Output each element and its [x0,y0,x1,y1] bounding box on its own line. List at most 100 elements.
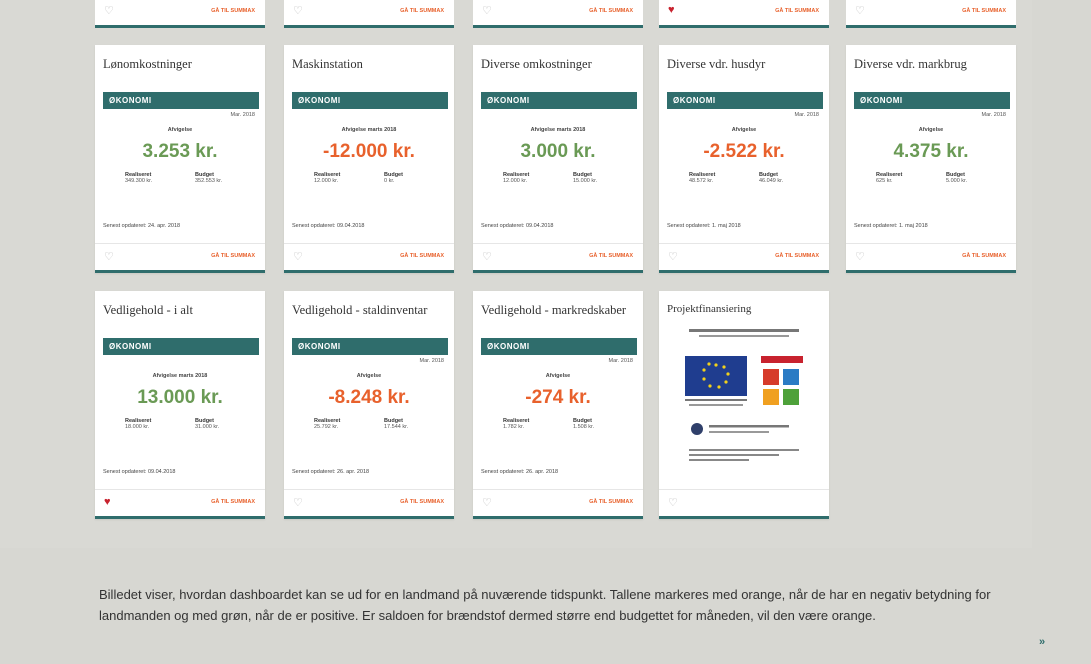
deviation-amount: -12.000 kr. [323,141,415,162]
budget-value: 5.000 kr. [946,178,968,184]
card-footer-strip: ♡ GÅ TIL SUMMAX [473,0,643,28]
card-divider [284,489,454,490]
heart-icon[interactable]: ♡ [482,4,492,17]
deviation-caption: Afvigelse [356,373,382,379]
card-footer-strip: ♥ GÅ TIL SUMMAX [659,0,829,28]
heart-icon[interactable]: ♥ [668,4,675,16]
card-divider [473,243,643,244]
dashboard-card: Maskinstation ØKONOMI Afvigelse marts 2018… [284,45,454,273]
budget-column: Budget 352.553 kr. [195,172,245,184]
last-updated: Senest opdateret: 09.04.2018 [103,469,176,475]
card-title: Vedligehold - i alt [103,303,193,317]
heart-icon[interactable]: ♡ [293,250,303,263]
project-financing-card: Projektfinansiering ♡ [659,291,829,519]
category-bar: ØKONOMI [292,92,448,109]
category-bar: ØKONOMI [481,92,637,109]
go-to-summax-link[interactable]: GÅ TIL SUMMAX [962,8,1006,14]
go-to-summax-link[interactable]: GÅ TIL SUMMAX [211,8,255,14]
go-to-summax-link[interactable]: GÅ TIL SUMMAX [211,499,255,505]
realized-column: Realiseret 12.000 kr. [314,172,364,184]
dashboard-card: Vedligehold - markredskaber ØKONOMI Mar. 2… [473,291,643,519]
go-to-summax-link[interactable]: GÅ TIL SUMMAX [589,253,633,259]
card-divider [284,243,454,244]
budget-column: Budget 46.049 kr. [759,172,809,184]
budget-value: 1.508 kr. [573,424,595,430]
category-bar: ØKONOMI [854,92,1010,109]
card-divider [659,489,829,490]
deviation-caption: Afvigelse [918,127,944,133]
heart-icon[interactable]: ♡ [855,250,865,263]
next-link[interactable]: » [1039,636,1045,648]
card-title: Projektfinansiering [667,303,752,315]
period-date: Mar. 2018 [794,112,819,118]
go-to-summax-link[interactable]: GÅ TIL SUMMAX [400,253,444,259]
deviation-caption: Afvigelse [167,127,193,133]
last-updated: Senest opdateret: 1. maj 2018 [667,223,741,229]
realized-column: Realiseret 349.300 kr. [125,172,175,184]
deviation-caption: Afvigelse marts 2018 [530,127,586,133]
last-updated: Senest opdateret: 1. maj 2018 [854,223,928,229]
deviation-amount: 3.000 kr. [520,141,596,162]
go-to-summax-link[interactable]: GÅ TIL SUMMAX [211,253,255,259]
category-bar: ØKONOMI [103,338,259,355]
card-title: Diverse vdr. markbrug [854,57,967,71]
realized-value: 48.572 kr. [689,178,714,184]
deviation-caption: Afvigelse marts 2018 [341,127,397,133]
realized-column: Realiseret 625 kr. [876,172,926,184]
last-updated: Senest opdateret: 26. apr. 2018 [481,469,559,475]
go-to-summax-link[interactable]: GÅ TIL SUMMAX [400,499,444,505]
go-to-summax-link[interactable]: GÅ TIL SUMMAX [400,8,444,14]
period-date: Mar. 2018 [608,358,633,364]
realized-column: Realiseret 1.782 kr. [503,418,553,430]
card-title: Vedligehold - staldinventar [292,303,428,317]
deviation-amount: 4.375 kr. [893,141,969,162]
card-divider [95,489,265,490]
heart-icon[interactable]: ♡ [104,4,114,17]
go-to-summax-link[interactable]: GÅ TIL SUMMAX [775,8,819,14]
heart-icon[interactable]: ♡ [104,250,114,263]
category-bar: ØKONOMI [103,92,259,109]
card-footer-strip: ♡ GÅ TIL SUMMAX [284,0,454,28]
card-divider [473,489,643,490]
heart-icon[interactable]: ♡ [668,496,678,509]
dashboard-card: Diverse vdr. husdyr ØKONOMI Mar. 2018 Afvig… [659,45,829,273]
card-divider [659,243,829,244]
period-date: Mar. 2018 [230,112,255,118]
realized-value: 12.000 kr. [503,178,528,184]
go-to-summax-link[interactable]: GÅ TIL SUMMAX [962,253,1006,259]
last-updated: Senest opdateret: 26. apr. 2018 [292,469,370,475]
dashboard-card: Lønomkostninger ØKONOMI Mar. 2018 Afvigelse… [95,45,265,273]
deviation-amount: 13.000 kr. [137,387,223,408]
dashboard-card: Diverse omkostninger ØKONOMI Afvigelse mar… [473,45,643,273]
deviation-caption: Afvigelse [545,373,571,379]
budget-value: 15.000 kr. [573,178,598,184]
budget-column: Budget 5.000 kr. [946,172,996,184]
card-divider [846,243,1016,244]
budget-column: Budget 31.000 kr. [195,418,245,430]
budget-column: Budget 15.000 kr. [573,172,623,184]
heart-icon[interactable]: ♥ [104,496,111,508]
go-to-summax-link[interactable]: GÅ TIL SUMMAX [589,499,633,505]
dashboard-grid: ♡ GÅ TIL SUMMAX ♡ GÅ TIL SUMMAX ♡ GÅ TIL SUMM… [0,0,1032,548]
heart-icon[interactable]: ♡ [668,250,678,263]
last-updated: Senest opdateret: 24. apr. 2018 [103,223,181,229]
realized-column: Realiseret 18.000 kr. [125,418,175,430]
dashboard-card: Diverse vdr. markbrug ØKONOMI Mar. 2018 Afv… [846,45,1016,273]
go-to-summax-link[interactable]: GÅ TIL SUMMAX [589,8,633,14]
card-title: Diverse omkostninger [481,57,592,71]
go-to-summax-link[interactable]: GÅ TIL SUMMAX [775,253,819,259]
heart-icon[interactable]: ♡ [293,4,303,17]
heart-icon[interactable]: ♡ [482,250,492,263]
deviation-caption: Afvigelse [731,127,757,133]
last-updated: Senest opdateret: 09.04.2018 [292,223,365,229]
heart-icon[interactable]: ♡ [482,496,492,509]
realized-value: 349.300 kr. [125,178,153,184]
deviation-caption: Afvigelse marts 2018 [152,373,208,379]
realized-value: 12.000 kr. [314,178,339,184]
realized-value: 18.000 kr. [125,424,150,430]
period-date: Mar. 2018 [981,112,1006,118]
budget-value: 0 kr. [384,178,395,184]
period-date: Mar. 2018 [419,358,444,364]
heart-icon[interactable]: ♡ [855,4,865,17]
heart-icon[interactable]: ♡ [293,496,303,509]
